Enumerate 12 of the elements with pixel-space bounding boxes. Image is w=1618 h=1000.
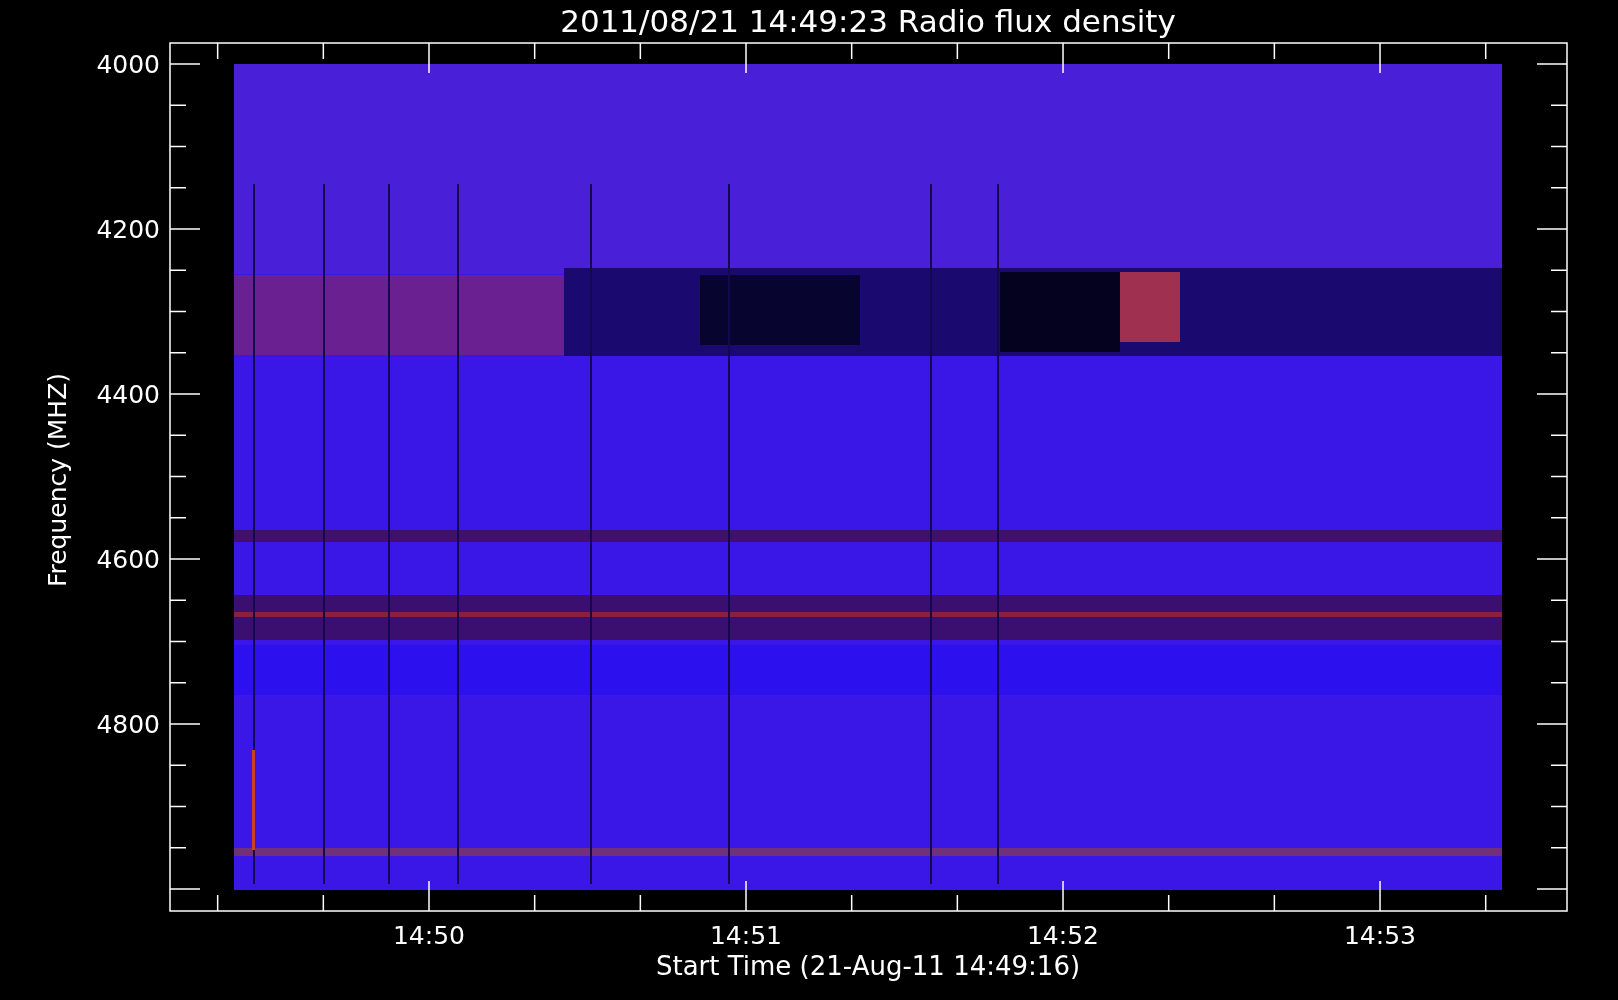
- y-tick-label: 4200: [96, 215, 160, 244]
- chart-title: 2011/08/21 14:49:23 Radio flux density: [560, 3, 1176, 39]
- x-tick-label: 14:50: [393, 921, 465, 950]
- x-tick-label: 14:53: [1344, 921, 1416, 950]
- y-tick-label: 4600: [96, 545, 160, 574]
- x-tick-label: 14:52: [1027, 921, 1099, 950]
- x-axis-label: Start Time (21-Aug-11 14:49:16): [655, 951, 1081, 981]
- y-tick-label: 4800: [96, 710, 160, 739]
- y-axis-label: Frequency (MHZ): [43, 372, 72, 588]
- x-tick-label: 14:51: [710, 921, 782, 950]
- y-tick-label: 4000: [96, 50, 160, 79]
- y-tick-label: 4400: [96, 380, 160, 409]
